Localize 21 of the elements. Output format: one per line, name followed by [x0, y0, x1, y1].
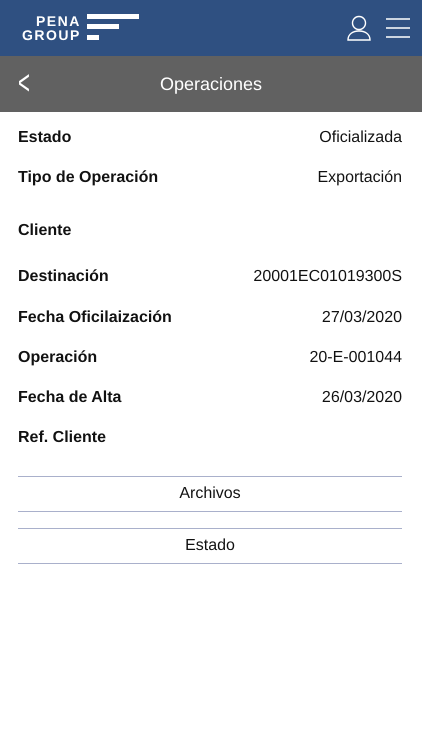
field-label: Cliente — [18, 222, 72, 240]
field-value: Exportación — [318, 169, 402, 187]
page-title: Operaciones — [160, 74, 262, 94]
field-value: 27/03/2020 — [322, 309, 402, 327]
field-label: Estado — [18, 129, 72, 147]
field-label: Destinación — [18, 268, 109, 286]
field-label: Fecha de Alta — [18, 389, 122, 407]
section-button[interactable]: Estado — [18, 528, 402, 564]
field-value: 20-E-001044 — [309, 349, 402, 367]
section-button[interactable]: Archivos — [18, 476, 402, 512]
logo: PENA GROUP — [22, 14, 139, 42]
field-value: 20001EC01019300S — [253, 268, 402, 286]
field-label: Ref. Cliente — [18, 429, 106, 447]
menu-icon[interactable] — [386, 18, 410, 38]
field-value: Oficializada — [319, 129, 402, 147]
field-value: 26/03/2020 — [322, 389, 402, 407]
field-label: Operación — [18, 349, 98, 367]
field-label: Fecha Oficilaización — [18, 309, 172, 327]
back-button[interactable]: < — [18, 66, 30, 100]
field-label: Tipo de Operación — [18, 169, 158, 187]
user-icon[interactable] — [346, 15, 372, 41]
